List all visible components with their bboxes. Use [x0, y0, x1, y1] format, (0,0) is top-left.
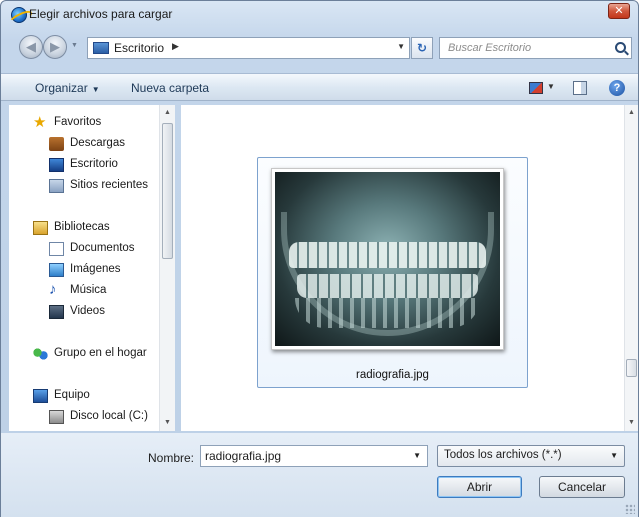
sidebar-item-label: Equipo [54, 389, 90, 401]
scroll-down-icon[interactable]: ▼ [628, 419, 635, 426]
navigation-scrollbar[interactable]: ▲ ▼ [159, 105, 175, 431]
navigation-scroll-thumb[interactable] [162, 123, 173, 259]
desktop-icon [49, 158, 64, 172]
view-options-dropdown-icon[interactable]: ▼ [547, 82, 555, 91]
back-arrow-icon: ◀ [26, 39, 36, 54]
chevron-down-icon[interactable]: ▼ [610, 451, 618, 460]
file-name-label: radiografia.jpg [356, 369, 429, 381]
xray-lower-teeth [297, 274, 478, 298]
help-icon[interactable]: ? [609, 80, 625, 96]
scroll-down-icon[interactable]: ▼ [164, 419, 171, 426]
sidebar-item-label: Grupo en el hogar [54, 347, 147, 359]
address-bar[interactable]: Escritorio ▶ ▼ [87, 37, 410, 59]
search-placeholder: Buscar Escritorio [448, 42, 532, 54]
desktop-folder-icon [93, 42, 109, 54]
sidebar-item-label: Descargas [70, 137, 125, 149]
file-type-filter-select[interactable]: Todos los archivos (*.*) ▼ [437, 445, 625, 467]
address-dropdown-icon[interactable]: ▼ [397, 42, 405, 51]
command-toolbar: Organizar ▼ Nueva carpeta ▼ ? [1, 73, 638, 101]
filename-value[interactable]: radiografia.jpg [205, 449, 281, 463]
file-list-scroll-thumb[interactable] [626, 359, 637, 377]
homegroup-icon [33, 347, 48, 361]
breadcrumb-location[interactable]: Escritorio [114, 41, 164, 55]
change-view-icon[interactable] [529, 82, 543, 94]
pictures-icon [49, 263, 64, 277]
xray-upper-teeth [289, 242, 486, 268]
close-icon: ✕ [614, 5, 624, 17]
xray-image-thumbnail [275, 172, 500, 346]
sidebar-item-label: Imágenes [70, 263, 121, 275]
star-icon: ★ [33, 114, 47, 131]
computer-icon [33, 389, 48, 403]
sidebar-item-label: Bibliotecas [54, 221, 110, 233]
file-thumbnail [271, 168, 504, 350]
file-list-scrollbar[interactable]: ▲ ▼ [624, 105, 638, 431]
libraries-icon [33, 221, 48, 235]
videos-icon [49, 305, 64, 319]
breadcrumb-chevron-icon[interactable]: ▶ [172, 41, 179, 52]
sidebar-item-label: Escritorio [70, 158, 118, 170]
sidebar-item-label: Música [70, 284, 107, 296]
sidebar-item-label: Videos [70, 305, 105, 317]
scroll-up-icon[interactable]: ▲ [164, 109, 171, 116]
search-input[interactable]: Buscar Escritorio [439, 37, 632, 59]
filename-input[interactable]: radiografia.jpg ▼ [200, 445, 428, 467]
new-folder-button[interactable]: Nueva carpeta [131, 81, 209, 95]
window-title: Elegir archivos para cargar [29, 7, 173, 21]
refresh-button[interactable]: ↻ [411, 37, 433, 59]
preview-pane-icon[interactable] [573, 81, 587, 95]
disk-icon [49, 410, 64, 424]
navigation-pane: ★ Favoritos Descargas Escritorio Sitios … [9, 105, 175, 431]
forward-arrow-icon: ▶ [50, 39, 60, 54]
sidebar-item-label: Sitios recientes [70, 179, 148, 191]
file-type-filter-value: Todos los archivos (*.*) [444, 449, 562, 461]
recent-places-icon [49, 179, 64, 193]
scroll-up-icon[interactable]: ▲ [628, 109, 635, 116]
dialog-footer: Nombre: radiografia.jpg ▼ Todos los arch… [1, 433, 638, 517]
internet-explorer-icon [11, 7, 27, 23]
title-bar[interactable]: Elegir archivos para cargar ✕ [1, 1, 638, 27]
filename-dropdown-icon[interactable]: ▼ [413, 451, 421, 460]
open-button[interactable]: Abrir [437, 476, 522, 498]
file-open-dialog: Elegir archivos para cargar ✕ ◀ ▶ ▼ Escr… [0, 0, 639, 517]
navigation-row: ◀ ▶ ▼ Escritorio ▶ ▼ ↻ Buscar Escritorio [1, 33, 638, 61]
refresh-icon: ↻ [416, 41, 428, 55]
downloads-icon [49, 137, 64, 151]
xray-tooth-roots [295, 298, 480, 328]
sidebar-item-label: Favoritos [54, 116, 102, 128]
filename-label: Nombre: [148, 451, 195, 465]
file-tile[interactable]: radiografia.jpg [257, 157, 528, 388]
file-list-area[interactable]: radiografia.jpg [181, 105, 624, 431]
close-button[interactable]: ✕ [608, 3, 630, 19]
sidebar-item-label: Documentos [70, 242, 135, 254]
recent-pages-dropdown-icon[interactable]: ▼ [71, 42, 78, 49]
cancel-button[interactable]: Cancelar [539, 476, 625, 498]
music-icon: ♪ [49, 281, 57, 298]
back-button[interactable]: ◀ [19, 35, 43, 59]
chevron-down-icon: ▼ [91, 85, 100, 94]
resize-grip-icon[interactable] [625, 504, 635, 514]
search-icon[interactable] [615, 42, 626, 53]
sidebar-item-label: Disco local (C:) [70, 410, 148, 422]
documents-icon [49, 242, 64, 256]
organize-label: Organizar [35, 81, 88, 95]
organize-button[interactable]: Organizar ▼ [35, 81, 100, 95]
forward-button[interactable]: ▶ [43, 35, 67, 59]
